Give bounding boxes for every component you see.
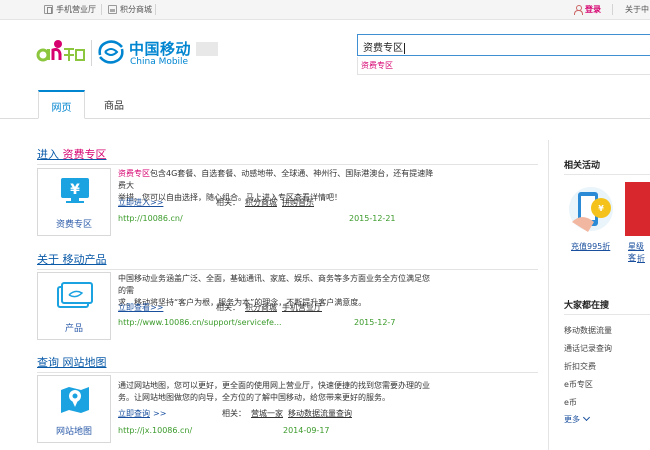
mobile-hall-link[interactable]: 手机营业厅 (44, 4, 96, 15)
icon-caption: 产品 (64, 324, 83, 334)
phone-icon (44, 5, 53, 14)
brand-name-cn: 中国移动 (129, 40, 192, 58)
result-icon-sitemap[interactable]: 网站地图 (37, 375, 111, 443)
result-date: 2015-12-21 (349, 214, 396, 223)
china-mobile-icon[interactable] (96, 37, 126, 67)
result-meta: 立即进入>> 相关： 积分商城 拼购音乐 (118, 197, 418, 209)
promo-star-link-line2[interactable]: 折 (637, 253, 645, 264)
result-date: 2014-09-17 (283, 426, 330, 435)
yuan-icon: ¥ (61, 178, 89, 203)
icon-caption: 网站地图 (55, 427, 92, 437)
chevron-down-icon (582, 413, 591, 422)
result-date: 2015-12-7 (354, 318, 396, 327)
tab-products[interactable]: 商品 (104, 97, 124, 112)
svg-text:¥: ¥ (598, 204, 604, 213)
sidebar-rule (564, 314, 650, 315)
related-link[interactable]: 拼购音乐 (282, 198, 314, 207)
result-url[interactable]: http://jx.10086.cn/ (118, 426, 192, 435)
promo-recharge-image[interactable]: ¥ (564, 182, 618, 236)
query-now-link[interactable]: 立即查询 (118, 409, 150, 418)
user-icon (574, 5, 583, 15)
divider (155, 4, 156, 15)
and-logo-icon (36, 40, 85, 62)
result-title-link[interactable]: 进入 资费专区 (37, 146, 107, 162)
related-links: 相关： 积分商城 手机营业厅 (216, 303, 322, 312)
suggestion-item[interactable]: 资费专区 (361, 60, 393, 71)
result-title-link[interactable]: 关于 移动产品 (37, 251, 107, 267)
hot-search-item[interactable]: e币专区 (564, 379, 593, 390)
related-link[interactable]: 移动数据流量查询 (288, 409, 352, 418)
placeholder-block (196, 42, 218, 56)
more-button[interactable]: 更多 (564, 413, 591, 425)
result-description: 通过网站地图，您可以更好，更全面的使用网上营业厅，快速便捷的找到您需要办理的业 … (118, 381, 430, 402)
brand-name-en: China Mobile (130, 57, 189, 67)
result-icon-product[interactable]: 产品 (37, 272, 111, 340)
related-links: 相关： 积分商城 拼购音乐 (216, 198, 314, 207)
related-link[interactable]: 手机营业厅 (282, 303, 322, 312)
hot-search-title: 大家都在搜 (564, 301, 610, 311)
divider (612, 4, 613, 15)
sidebar-divider (548, 140, 549, 450)
divider (101, 4, 102, 15)
text-caret (404, 42, 405, 54)
result-meta: 立即查询 >> 相关： 营城一家 移动数据流量查询 (118, 409, 352, 418)
login-link[interactable]: 登录 (574, 4, 601, 15)
result-url[interactable]: http://www.10086.cn/support/servicefe... (118, 318, 282, 327)
logo-divider (91, 40, 92, 66)
shopping-bag-icon (108, 5, 117, 14)
result-url[interactable]: http://10086.cn/ (118, 214, 183, 223)
tabs-baseline (0, 118, 650, 119)
activities-title: 相关活动 (564, 161, 601, 171)
product-card-icon (57, 282, 93, 308)
result-title-link[interactable]: 查询 网站地图 (37, 354, 107, 370)
result-divider (37, 164, 538, 165)
hot-search-item[interactable]: 通话记录查询 (564, 343, 612, 354)
enter-now-link[interactable]: 立即进入>> (118, 198, 163, 207)
promo-star-image[interactable] (625, 182, 650, 236)
sidebar-rule (564, 174, 650, 175)
tab-web[interactable]: 网页 (38, 90, 85, 119)
result-icon-tariff[interactable]: ¥ 资费专区 (37, 168, 111, 236)
view-now-link[interactable]: 立即查看>> (118, 303, 163, 312)
about-link[interactable]: 关于中 (625, 4, 649, 15)
map-pin-icon (61, 387, 89, 413)
result-meta: 立即查看>> 相关： 积分商城 手机营业厅 (118, 302, 418, 314)
promo-recharge-link[interactable]: 充值995折 (571, 241, 610, 252)
search-input[interactable]: 资费专区 (357, 34, 650, 56)
related-link[interactable]: 积分商城 (245, 303, 277, 312)
icon-caption: 资费专区 (55, 220, 92, 230)
svg-text:¥: ¥ (70, 182, 80, 198)
hot-search-item[interactable]: e币 (564, 397, 577, 408)
points-mall-link[interactable]: 积分商城 (108, 4, 152, 15)
top-bar: 手机营业厅 积分商城 登录 关于中 (0, 0, 650, 20)
result-divider (37, 269, 538, 270)
result-divider (37, 372, 538, 373)
hot-search-item[interactable]: 移动数据流量 (564, 325, 612, 336)
related-link[interactable]: 营城一家 (251, 409, 283, 418)
related-links: 相关： 营城一家 移动数据流量查询 (222, 409, 352, 418)
and-logo[interactable] (36, 37, 86, 67)
hot-search-item[interactable]: 折扣交费 (564, 361, 596, 372)
related-link[interactable]: 积分商城 (245, 198, 277, 207)
search-suggestions: 资费专区 (357, 57, 650, 75)
